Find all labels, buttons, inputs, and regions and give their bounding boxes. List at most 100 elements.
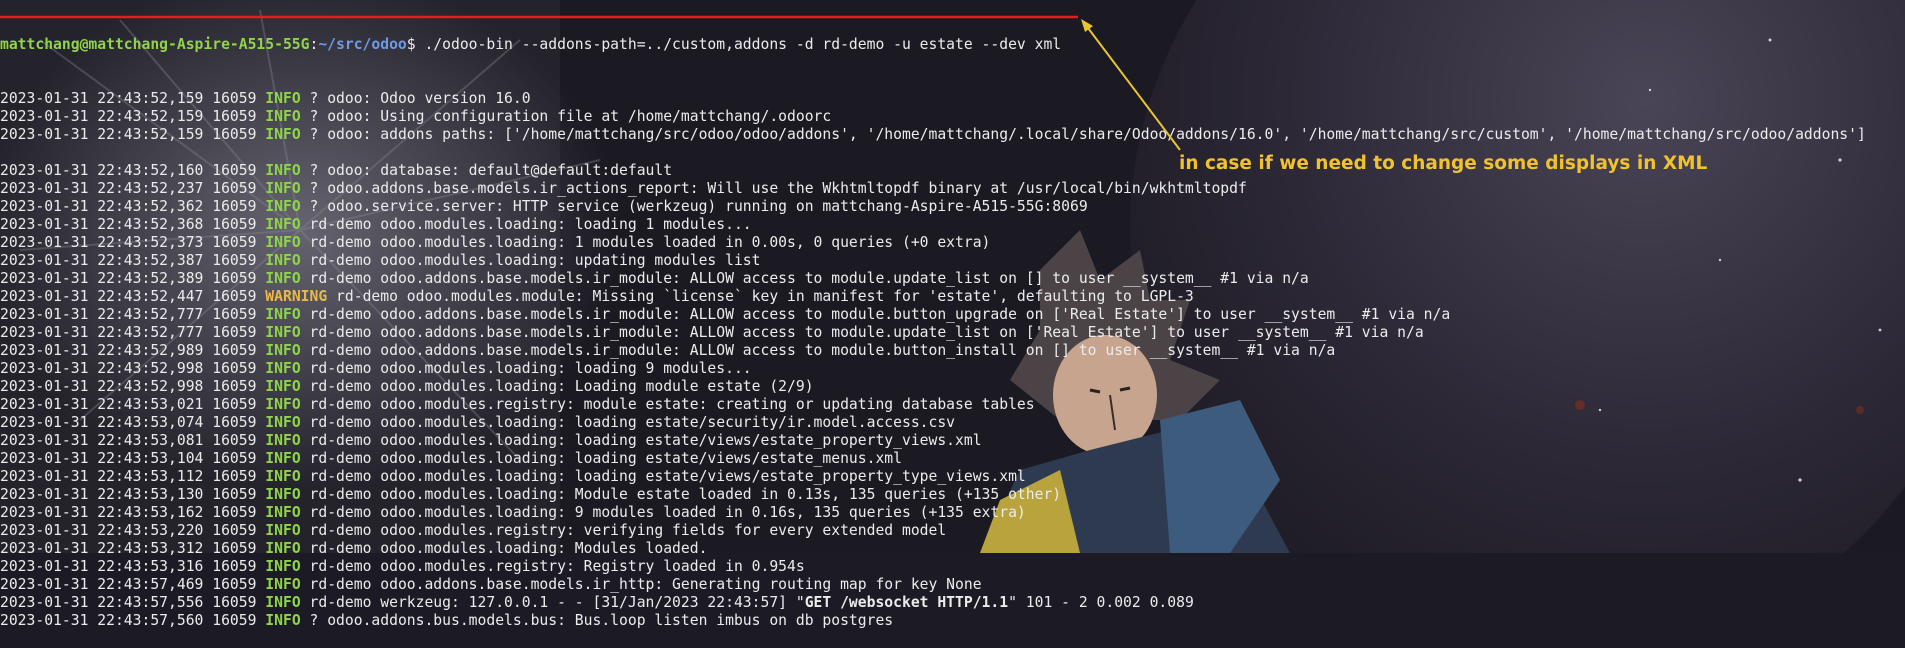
log-message: rd-demo odoo.modules.loading: updating m… [300, 252, 761, 269]
log-line: 2023-01-31 22:43:53,130 16059 INFO rd-de… [0, 486, 1905, 504]
log-message: rd-demo odoo.addons.base.models.ir_modul… [300, 342, 1336, 359]
log-line: 2023-01-31 22:43:52,368 16059 INFO rd-de… [0, 216, 1905, 234]
log-timestamp: 2023-01-31 22:43:52,389 [0, 270, 204, 287]
log-timestamp: 2023-01-31 22:43:52,777 [0, 306, 204, 323]
log-timestamp: 2023-01-31 22:43:52,387 [0, 252, 204, 269]
log-timestamp: 2023-01-31 22:43:53,112 [0, 468, 204, 485]
log-message: rd-demo odoo.modules.loading: loading es… [300, 468, 1026, 485]
log-pid: 16059 [212, 90, 257, 107]
log-timestamp: 2023-01-31 22:43:53,081 [0, 432, 204, 449]
log-message: rd-demo odoo.modules.loading: loading es… [300, 432, 982, 449]
log-pid: 16059 [212, 126, 257, 143]
log-message: rd-demo odoo.modules.registry: Registry … [300, 558, 805, 575]
log-level-badge: INFO [265, 414, 301, 431]
log-pid: 16059 [212, 162, 257, 179]
log-timestamp: 2023-01-31 22:43:53,220 [0, 522, 204, 539]
log-message: rd-demo odoo.modules.loading: loading 1 … [300, 216, 752, 233]
log-pid: 16059 [212, 522, 257, 539]
log-pid: 16059 [212, 324, 257, 341]
log-level-badge: INFO [265, 450, 301, 467]
terminal-output[interactable]: mattchang@mattchang-Aspire-A515-55G:~/sr… [0, 0, 1905, 629]
log-level-badge: INFO [265, 90, 301, 107]
log-timestamp: 2023-01-31 22:43:52,159 [0, 90, 204, 107]
log-message: rd-demo odoo.modules.registry: verifying… [300, 522, 947, 539]
log-pid: 16059 [212, 234, 257, 251]
log-level-badge: INFO [265, 576, 301, 593]
log-pid: 16059 [212, 450, 257, 467]
log-level-badge: INFO [265, 324, 301, 341]
log-timestamp: 2023-01-31 22:43:53,312 [0, 540, 204, 557]
log-level-badge: INFO [265, 540, 301, 557]
log-message: rd-demo odoo.modules.loading: Modules lo… [300, 540, 708, 557]
log-pid: 16059 [212, 306, 257, 323]
log-message: rd-demo odoo.modules.loading: 1 modules … [300, 234, 991, 251]
log-message: rd-demo odoo.modules.module: Missing `li… [327, 288, 1194, 305]
log-timestamp: 2023-01-31 22:43:53,074 [0, 414, 204, 431]
prompt-path: ~/src/odoo [318, 36, 407, 53]
log-timestamp: 2023-01-31 22:43:53,021 [0, 396, 204, 413]
log-pid: 16059 [212, 378, 257, 395]
log-timestamp: 2023-01-31 22:43:52,989 [0, 342, 204, 359]
log-line: 2023-01-31 22:43:52,447 16059 WARNING rd… [0, 288, 1905, 306]
log-level-badge: INFO [265, 252, 301, 269]
log-line: 2023-01-31 22:43:57,469 16059 INFO rd-de… [0, 576, 1905, 594]
prompt-symbol: $ [406, 36, 425, 53]
log-pid: 16059 [212, 198, 257, 215]
log-level-badge: INFO [265, 432, 301, 449]
log-message: ? odoo: Using configuration file at /hom… [300, 108, 832, 125]
log-message: rd-demo odoo.modules.loading: Loading mo… [300, 378, 814, 395]
log-timestamp: 2023-01-31 22:43:52,998 [0, 360, 204, 377]
shell-command: ./odoo-bin --addons-path=../custom,addon… [424, 36, 1062, 53]
log-timestamp: 2023-01-31 22:43:52,237 [0, 180, 204, 197]
log-pid: 16059 [212, 396, 257, 413]
log-line: 2023-01-31 22:43:57,556 16059 INFO rd-de… [0, 594, 1905, 612]
log-message: rd-demo odoo.modules.loading: loading 9 … [300, 360, 752, 377]
log-timestamp: 2023-01-31 22:43:52,159 [0, 126, 204, 143]
log-timestamp: 2023-01-31 22:43:52,447 [0, 288, 204, 305]
log-message: rd-demo odoo.modules.registry: module es… [300, 396, 1035, 413]
log-pid: 16059 [212, 504, 257, 521]
log-line: 2023-01-31 22:43:53,162 16059 INFO rd-de… [0, 504, 1905, 522]
log-line: 2023-01-31 22:43:53,312 16059 INFO rd-de… [0, 540, 1905, 558]
log-level-badge: INFO [265, 198, 301, 215]
log-message: ? odoo.addons.bus.models.bus: Bus.loop l… [300, 612, 894, 629]
log-pid: 16059 [212, 594, 257, 611]
log-timestamp: 2023-01-31 22:43:57,556 [0, 594, 204, 611]
log-level-badge: INFO [265, 558, 301, 575]
log-timestamp: 2023-01-31 22:43:57,469 [0, 576, 204, 593]
log-level-badge: INFO [265, 162, 301, 179]
log-pid: 16059 [212, 432, 257, 449]
log-pid: 16059 [212, 576, 257, 593]
log-timestamp: 2023-01-31 22:43:52,777 [0, 324, 204, 341]
log-message: rd-demo odoo.modules.loading: 9 modules … [300, 504, 1026, 521]
log-line: 2023-01-31 22:43:52,777 16059 INFO rd-de… [0, 306, 1905, 324]
log-line: 2023-01-31 22:43:52,159 16059 INFO ? odo… [0, 108, 1905, 126]
log-message: ? odoo: database: default@default:defaul… [300, 162, 673, 179]
log-pid: 16059 [212, 180, 257, 197]
log-line: 2023-01-31 22:43:53,074 16059 INFO rd-de… [0, 414, 1905, 432]
log-line: 2023-01-31 22:43:57,560 16059 INFO ? odo… [0, 612, 1905, 630]
log-message: ? odoo.service.server: HTTP service (wer… [300, 198, 1088, 215]
log-timestamp: 2023-01-31 22:43:52,373 [0, 234, 204, 251]
log-line: 2023-01-31 22:43:52,362 16059 INFO ? odo… [0, 198, 1905, 216]
log-line: 2023-01-31 22:43:52,389 16059 INFO rd-de… [0, 270, 1905, 288]
log-pid: 16059 [212, 252, 257, 269]
log-level-badge: INFO [265, 522, 301, 539]
log-pid: 16059 [212, 414, 257, 431]
log-pid: 16059 [212, 486, 257, 503]
log-line: 2023-01-31 22:43:53,021 16059 INFO rd-de… [0, 396, 1905, 414]
log-timestamp: 2023-01-31 22:43:53,104 [0, 450, 204, 467]
log-timestamp: 2023-01-31 22:43:53,130 [0, 486, 204, 503]
command-prompt-line[interactable]: mattchang@mattchang-Aspire-A515-55G:~/sr… [0, 36, 1905, 54]
log-level-badge: INFO [265, 360, 301, 377]
log-timestamp: 2023-01-31 22:43:53,162 [0, 504, 204, 521]
log-level-badge: INFO [265, 306, 301, 323]
log-level-badge: INFO [265, 612, 301, 629]
log-line: 2023-01-31 22:43:53,112 16059 INFO rd-de… [0, 468, 1905, 486]
log-message: rd-demo odoo.modules.loading: loading es… [300, 414, 956, 431]
log-message: rd-demo odoo.addons.base.models.ir_modul… [300, 324, 1424, 341]
log-timestamp: 2023-01-31 22:43:52,362 [0, 198, 204, 215]
log-level-badge: INFO [265, 216, 301, 233]
log-message: rd-demo odoo.addons.base.models.ir_modul… [300, 270, 1309, 287]
